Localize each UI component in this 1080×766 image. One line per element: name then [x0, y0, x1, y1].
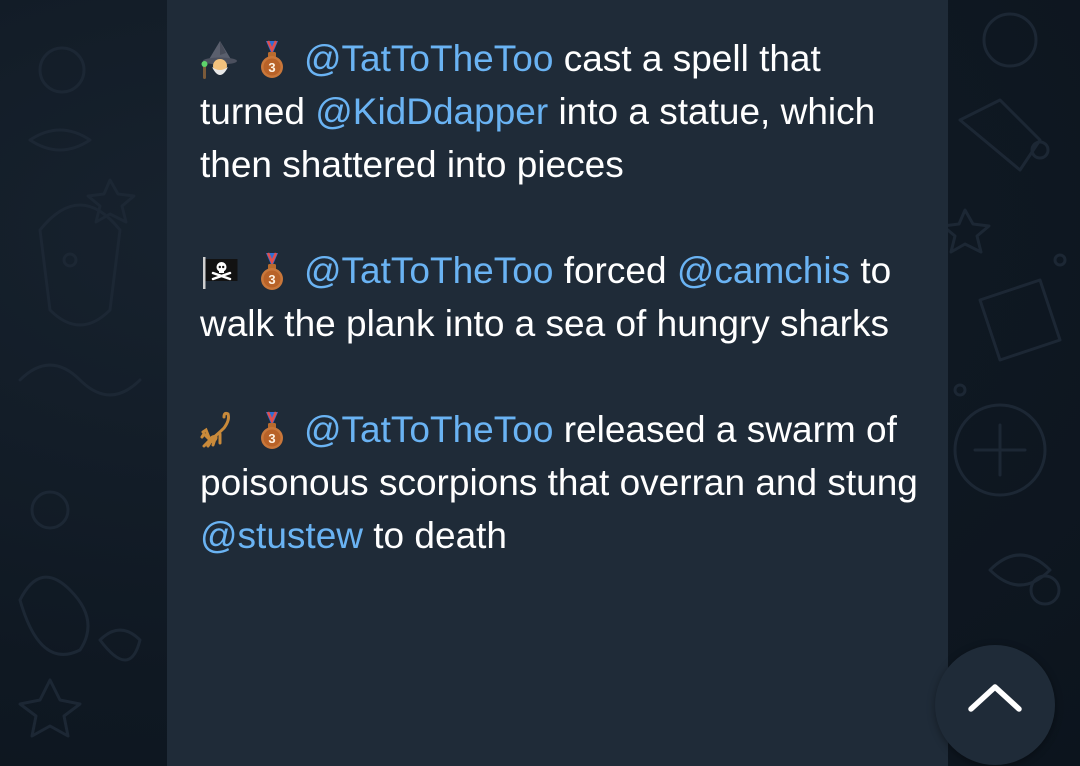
svg-text:3: 3: [268, 60, 275, 75]
author-mention[interactable]: @TatToTheToo: [304, 409, 553, 450]
message-entry: 3 @TatToTheToo forced @camchis to walk t…: [200, 244, 920, 350]
chevron-up-icon: [968, 684, 1022, 712]
message-bubble: 3 @TatToTheToo cast a spell that turned …: [167, 0, 948, 766]
scroll-to-bottom-button[interactable]: [935, 645, 1055, 765]
scorpion-emoji-icon: [200, 410, 240, 450]
svg-text:3: 3: [268, 431, 275, 446]
message-text: 3 @TatToTheToo cast a spell that turned …: [200, 32, 920, 562]
message-text-part: to death: [363, 515, 508, 556]
third-place-medal-emoji-icon: 3: [252, 251, 292, 291]
target-mention[interactable]: @stustew: [200, 515, 363, 556]
third-place-medal-emoji-icon: 3: [252, 410, 292, 450]
pirate-flag-emoji-icon: [200, 251, 240, 291]
message-entry: 3 @TatToTheToo released a swarm of poiso…: [200, 403, 920, 562]
target-mention[interactable]: @KidDdapper: [315, 91, 548, 132]
message-text-part: forced: [553, 250, 677, 291]
target-mention[interactable]: @camchis: [677, 250, 850, 291]
svg-text:3: 3: [268, 272, 275, 287]
wizard-emoji-icon: [200, 39, 240, 79]
message-entry: 3 @TatToTheToo cast a spell that turned …: [200, 32, 920, 191]
author-mention[interactable]: @TatToTheToo: [304, 38, 553, 79]
author-mention[interactable]: @TatToTheToo: [304, 250, 553, 291]
third-place-medal-emoji-icon: 3: [252, 39, 292, 79]
